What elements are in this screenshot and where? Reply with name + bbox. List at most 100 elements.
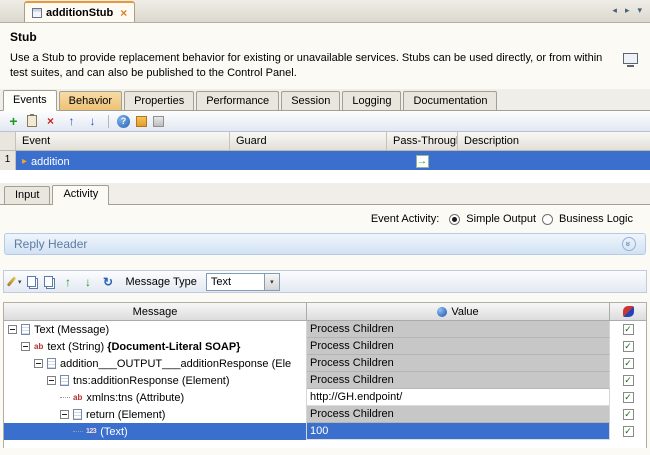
radio-business-logic[interactable] — [542, 214, 553, 225]
radio-business-logic-label: Business Logic — [559, 213, 633, 225]
row-checkbox[interactable]: ✓ — [623, 324, 634, 335]
tree-node-value[interactable]: Process Children — [307, 355, 610, 372]
tree-node-value[interactable]: Process Children — [307, 321, 610, 338]
events-toolbar: + × ↑ ↓ ? — [0, 111, 650, 132]
collapse-toggle-icon[interactable] — [8, 325, 17, 334]
message-type-value: Text — [207, 276, 264, 288]
tab-documentation[interactable]: Documentation — [403, 91, 497, 110]
collapse-chevron-icon[interactable]: » — [622, 237, 636, 251]
tab-performance[interactable]: Performance — [196, 91, 279, 110]
column-header-event[interactable]: Event — [16, 132, 230, 150]
column-header-description[interactable]: Description — [458, 132, 650, 150]
collapse-toggle-icon[interactable] — [47, 376, 56, 385]
radio-simple-output-label: Simple Output — [466, 213, 536, 225]
tab-input[interactable]: Input — [4, 186, 50, 204]
enabled-column-icon — [623, 306, 634, 317]
tree-row-addition-output[interactable]: addition___OUTPUT___additionResponse (El… — [4, 355, 646, 372]
export-icon[interactable] — [136, 116, 147, 127]
tree-node-value[interactable]: 100 — [307, 423, 610, 440]
move-down-icon[interactable]: ↓ — [85, 114, 100, 129]
column-header-pass-through[interactable]: Pass-Through — [387, 132, 458, 150]
tree-node-label: tns:additionResponse (Element) — [73, 375, 230, 387]
event-row-addition[interactable]: 1 ▸ addition → — [0, 151, 650, 170]
collapse-toggle-icon[interactable] — [60, 410, 69, 419]
edit-dropdown-icon[interactable]: ▾ — [18, 278, 22, 286]
collapse-toggle-icon[interactable] — [21, 342, 30, 351]
row-number-header — [0, 132, 16, 150]
row-checkbox[interactable]: ✓ — [623, 392, 634, 403]
tree-row-return[interactable]: return (Element) Process Children ✓ — [4, 406, 646, 423]
copy-icon[interactable] — [27, 276, 36, 287]
nav-previous-icon[interactable]: ◂ — [612, 5, 617, 16]
element-node-icon — [47, 358, 56, 369]
message-type-select[interactable]: Text ▾ — [206, 273, 280, 291]
tree-row-xmlns-tns[interactable]: ab xmlns:tns (Attribute) http://GH.endpo… — [4, 389, 646, 406]
combo-dropdown-icon: ▾ — [264, 274, 279, 290]
string-node-icon: ab — [34, 342, 43, 351]
tree-node-value[interactable]: Process Children — [307, 338, 610, 355]
help-icon[interactable]: ? — [117, 115, 130, 128]
number-node-icon: 123 — [86, 428, 96, 435]
tree-node-label: (Text) — [100, 426, 128, 438]
events-table: Event Guard Pass-Through Description 1 ▸… — [0, 132, 650, 183]
row-checkbox[interactable]: ✓ — [623, 426, 634, 437]
move-up-icon[interactable]: ↑ — [64, 114, 79, 129]
paste-icon[interactable] — [27, 115, 37, 127]
column-header-value[interactable]: Value — [307, 303, 610, 320]
message-node-icon — [21, 324, 30, 335]
edit-icon[interactable] — [7, 276, 16, 286]
document-tab-title: additionStub — [46, 7, 113, 19]
tree-node-label: text (String) — [47, 341, 104, 353]
tab-session[interactable]: Session — [281, 91, 340, 110]
close-tab-icon[interactable]: × — [120, 6, 127, 20]
event-activity-label: Event Activity: — [371, 213, 439, 225]
row-checkbox[interactable]: ✓ — [623, 375, 634, 386]
node-up-icon[interactable]: ↑ — [61, 274, 76, 289]
tree-node-label: return (Element) — [86, 409, 165, 421]
nav-next-icon[interactable]: ▸ — [625, 5, 630, 16]
tree-node-value[interactable]: Process Children — [307, 406, 610, 423]
add-event-icon[interactable]: + — [6, 114, 21, 129]
row-checkbox[interactable]: ✓ — [623, 409, 634, 420]
column-header-message[interactable]: Message — [4, 303, 307, 320]
tree-row-text-string[interactable]: ab text (String) {Document-Literal SOAP}… — [4, 338, 646, 355]
inactive-tool-icon[interactable] — [153, 116, 164, 127]
events-table-filler — [0, 170, 650, 183]
column-header-enabled[interactable] — [610, 303, 646, 320]
delete-icon[interactable]: × — [43, 114, 58, 129]
message-tree-table: Message Value Text (Message) Process Chi… — [3, 302, 647, 448]
column-header-guard[interactable]: Guard — [230, 132, 387, 150]
collapse-toggle-icon[interactable] — [34, 359, 43, 368]
tab-navigation: ◂ ▸ ▾ — [612, 5, 650, 22]
events-table-header: Event Guard Pass-Through Description — [0, 132, 650, 151]
message-toolbar: ▾ ↑ ↓ ↻ Message Type Text ▾ — [3, 270, 647, 293]
tree-node-value[interactable]: http://GH.endpoint/ — [307, 389, 610, 406]
reply-header-section[interactable]: Reply Header » — [4, 233, 646, 255]
refresh-icon[interactable]: ↻ — [101, 274, 116, 289]
tree-row-text-message[interactable]: Text (Message) Process Children ✓ — [4, 321, 646, 338]
description-cell[interactable] — [458, 151, 650, 170]
duplicate-icon[interactable] — [44, 276, 53, 287]
row-checkbox[interactable]: ✓ — [623, 341, 634, 352]
radio-simple-output[interactable] — [449, 214, 460, 225]
value-column-icon — [437, 307, 447, 317]
tree-row-text-value[interactable]: 123 (Text) 100 ✓ — [4, 423, 646, 440]
document-tab-additionstub[interactable]: additionStub × — [24, 1, 135, 22]
row-checkbox[interactable]: ✓ — [623, 358, 634, 369]
pass-through-cell[interactable]: → — [387, 151, 458, 170]
tab-logging[interactable]: Logging — [342, 91, 401, 110]
tree-node-label-bold: {Document-Literal SOAP} — [107, 341, 240, 353]
node-down-icon[interactable]: ↓ — [81, 274, 96, 289]
tree-row-tns-additionresponse[interactable]: tns:additionResponse (Element) Process C… — [4, 372, 646, 389]
activity-panel: Event Activity: Simple Output Business L… — [0, 204, 650, 455]
tab-list-icon[interactable]: ▾ — [637, 5, 642, 16]
tab-activity[interactable]: Activity — [52, 185, 109, 205]
tab-properties[interactable]: Properties — [124, 91, 194, 110]
toolbar-separator — [108, 115, 109, 128]
tab-behavior[interactable]: Behavior — [59, 91, 122, 110]
guard-cell[interactable] — [230, 151, 387, 170]
monitor-icon[interactable] — [623, 53, 638, 64]
tree-table-header: Message Value — [4, 303, 646, 321]
tab-events[interactable]: Events — [3, 90, 57, 111]
tree-node-value[interactable]: Process Children — [307, 372, 610, 389]
